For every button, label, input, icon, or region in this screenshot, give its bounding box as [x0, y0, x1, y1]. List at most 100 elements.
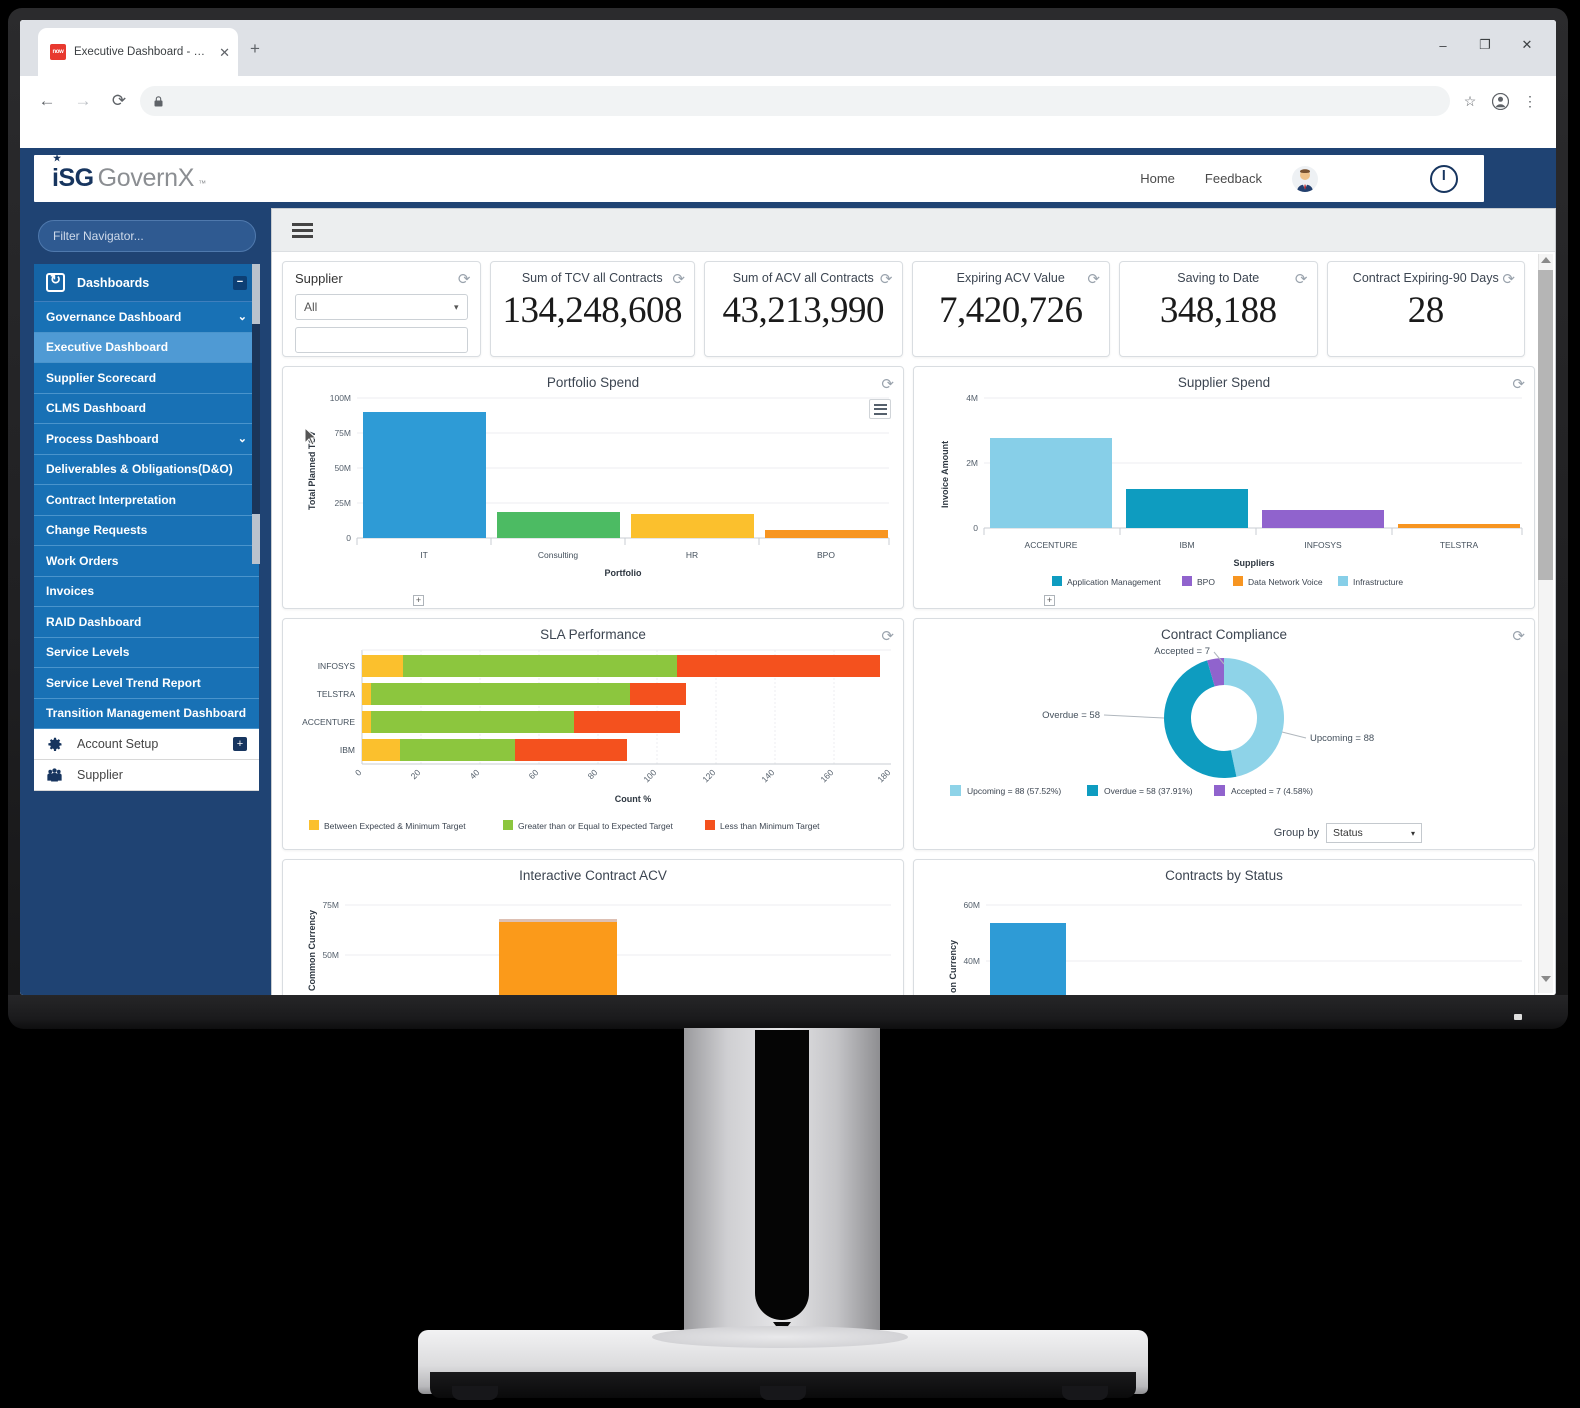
ytick-0: 0: [973, 523, 978, 533]
refresh-icon[interactable]: ⟳: [881, 375, 894, 393]
bar-infosys[interactable]: [1262, 510, 1384, 528]
refresh-icon[interactable]: ⟳: [881, 627, 894, 645]
sidebar-item-service-level-trend-report[interactable]: Service Level Trend Report: [34, 668, 259, 699]
new-tab-button[interactable]: +: [250, 40, 260, 57]
filter-navigator-input[interactable]: Filter Navigator...: [38, 220, 256, 252]
panel-title: SLA Performance: [540, 627, 646, 642]
callout-accepted: Accepted = 7: [1154, 646, 1210, 657]
donut-slice-upcoming[interactable]: [1224, 658, 1285, 777]
screenshot-root: now Executive Dashboard - GovernX ✕ + – …: [0, 0, 1580, 1408]
scroll-up-icon[interactable]: [1541, 257, 1551, 263]
omnibar-actions: ☆ ⋮: [1456, 87, 1544, 115]
nav-link-feedback[interactable]: Feedback: [1205, 171, 1262, 186]
expand-section-icon[interactable]: +: [233, 737, 247, 751]
bar-hr[interactable]: [631, 514, 754, 538]
refresh-icon[interactable]: ⟳: [880, 270, 893, 288]
bar-it[interactable]: [363, 412, 486, 538]
refresh-icon[interactable]: ⟳: [1502, 270, 1515, 288]
sidebar-item-work-orders[interactable]: Work Orders: [34, 546, 259, 577]
bar-telstra[interactable]: [1398, 524, 1520, 528]
refresh-icon[interactable]: ⟳: [1512, 627, 1525, 645]
bar-accenture[interactable]: [990, 438, 1112, 528]
bar-telstra-between[interactable]: [362, 683, 371, 705]
back-icon[interactable]: ←: [32, 86, 62, 116]
refresh-icon[interactable]: ⟳: [672, 270, 685, 288]
sidebar-item-transition-management-dashboard[interactable]: Transition Management Dashboard: [34, 698, 259, 729]
sidebar-item-clms-dashboard[interactable]: CLMS Dashboard: [34, 393, 259, 424]
bar-contracts-status[interactable]: [990, 923, 1066, 995]
bookmark-star-icon[interactable]: ☆: [1456, 87, 1484, 115]
browser-toolbar: ← → ⟳ ☆ ⋮: [20, 76, 1556, 126]
sidebar-item-contract-interpretation[interactable]: Contract Interpretation: [34, 485, 259, 516]
sidebar-item-label: Supplier Scorecard: [46, 370, 157, 385]
sidebar-item-supplier-scorecard[interactable]: Supplier Scorecard: [34, 363, 259, 394]
sidebar-item-service-levels[interactable]: Service Levels: [34, 637, 259, 668]
sidebar-item-account-setup[interactable]: Account Setup +: [34, 729, 259, 760]
group-by-select[interactable]: Status ▾: [1326, 823, 1422, 843]
refresh-icon[interactable]: ⟳: [1512, 375, 1525, 393]
minimize-icon[interactable]: –: [1422, 30, 1464, 60]
stand-foot-left: [452, 1386, 498, 1400]
bar-interactive-acv[interactable]: [499, 919, 617, 995]
bar-accenture-less[interactable]: [574, 711, 680, 733]
scroll-down-icon[interactable]: [1541, 976, 1551, 982]
supplier-secondary-input[interactable]: [295, 327, 468, 353]
bar-telstra-greater[interactable]: [371, 683, 630, 705]
sidebar-item-deliverables-obligations[interactable]: Deliverables & Obligations(D&O): [34, 454, 259, 485]
browser-tab[interactable]: now Executive Dashboard - GovernX ✕: [38, 28, 238, 76]
bar-bpo[interactable]: [765, 530, 888, 538]
reload-icon[interactable]: ⟳: [104, 86, 134, 116]
bar-accenture-greater[interactable]: [371, 711, 574, 733]
menu-icon[interactable]: [292, 222, 313, 238]
legend-swatch-between: [309, 820, 319, 830]
sidebar-item-change-requests[interactable]: Change Requests: [34, 515, 259, 546]
sidebar-item-invoices[interactable]: Invoices: [34, 576, 259, 607]
sidebar-item-supplier[interactable]: Supplier: [34, 760, 259, 791]
expand-chart-button[interactable]: +: [413, 595, 424, 606]
browser-tabstrip: now Executive Dashboard - GovernX ✕ + – …: [20, 20, 1556, 76]
bar-infosys-between[interactable]: [362, 655, 403, 677]
stand-foot-right: [1062, 1386, 1108, 1400]
dashboard-toolbar: [272, 209, 1555, 252]
chart-menu-icon[interactable]: [869, 399, 891, 419]
bar-telstra-less[interactable]: [630, 683, 686, 705]
collapse-section-icon[interactable]: −: [233, 275, 247, 290]
browser-menu-icon[interactable]: ⋮: [1516, 87, 1544, 115]
bar-accenture-between[interactable]: [362, 711, 371, 733]
close-icon[interactable]: ✕: [219, 46, 230, 59]
expand-chart-button[interactable]: +: [1044, 595, 1055, 606]
bar-infosys-less[interactable]: [677, 655, 880, 677]
sidebar-scrollbar-thumb[interactable]: [252, 264, 260, 324]
supplier-select[interactable]: All ▾: [295, 294, 468, 320]
bar-consulting[interactable]: [497, 512, 620, 538]
power-off-button[interactable]: [1430, 164, 1458, 193]
x-axis-label: Count %: [615, 794, 652, 804]
avatar[interactable]: [1292, 165, 1318, 192]
bar-ibm-between[interactable]: [362, 739, 400, 761]
ytick-0: 0: [346, 533, 351, 543]
refresh-icon[interactable]: ⟳: [1295, 270, 1308, 288]
sidebar-scrollbar-thumb-lower[interactable]: [252, 514, 260, 564]
nav-link-home[interactable]: Home: [1140, 171, 1175, 186]
xtick-60: 60: [527, 767, 541, 781]
sidebar-item-label: Service Levels: [46, 645, 130, 660]
sidebar-item-governance-dashboard[interactable]: Governance Dashboard ⌄: [34, 302, 259, 333]
sidebar-item-raid-dashboard[interactable]: RAID Dashboard: [34, 607, 259, 638]
profile-icon[interactable]: [1486, 87, 1514, 115]
sidebar-item-executive-dashboard[interactable]: Executive Dashboard: [34, 332, 259, 363]
sidebar-item-process-dashboard[interactable]: Process Dashboard ⌄: [34, 424, 259, 455]
bar-ibm-greater[interactable]: [400, 739, 515, 761]
refresh-icon[interactable]: ⟳: [1087, 270, 1100, 288]
sidebar-item-label: Transition Management Dashboard: [46, 706, 247, 721]
bar-ibm-less[interactable]: [515, 739, 627, 761]
sidebar-section-dashboards[interactable]: Dashboards −: [34, 264, 259, 302]
maximize-icon[interactable]: ❐: [1464, 30, 1506, 60]
bar-ibm[interactable]: [1126, 489, 1248, 528]
bar-infosys-greater[interactable]: [403, 655, 677, 677]
content-scrollbar-thumb[interactable]: [1538, 270, 1553, 580]
xtick-telstra: TELSTRA: [1440, 540, 1479, 550]
address-bar[interactable]: [140, 86, 1450, 116]
forward-icon[interactable]: →: [68, 86, 98, 116]
window-close-icon[interactable]: ✕: [1506, 30, 1548, 60]
refresh-icon[interactable]: ⟳: [458, 270, 471, 288]
